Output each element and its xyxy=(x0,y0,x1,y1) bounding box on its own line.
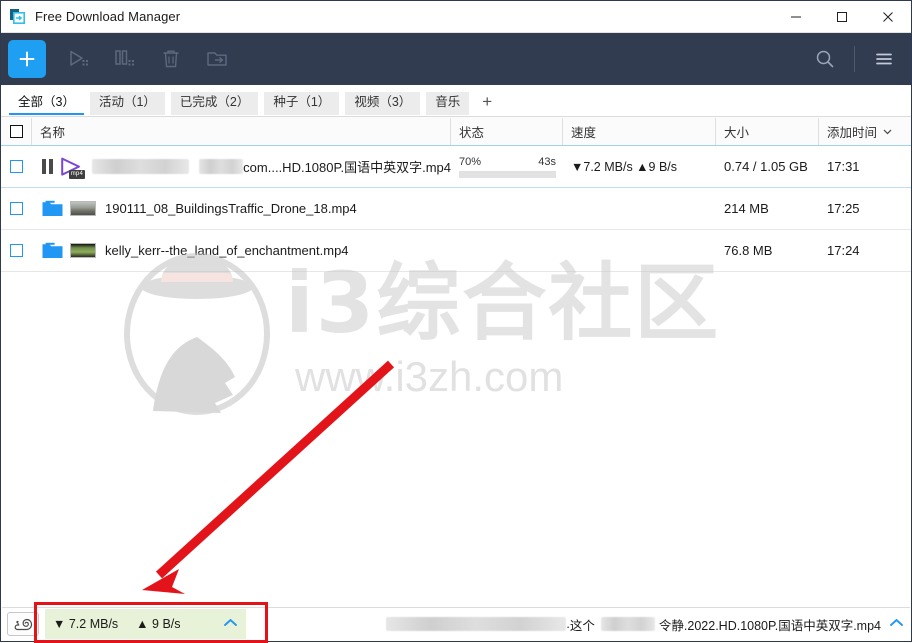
row-speed-cell xyxy=(563,230,716,271)
row-added-cell: 17:24 xyxy=(827,243,860,258)
title-bar: Free Download Manager xyxy=(1,1,911,33)
tab-add-button[interactable]: + xyxy=(475,92,500,115)
table-row[interactable]: kelly_kerr--the_land_of_enchantment.mp4 … xyxy=(1,230,911,272)
window-controls xyxy=(773,1,911,32)
row-status-cell: 70% 43s xyxy=(451,146,563,187)
current-download-info: . 这个 令静.2022.HD.1080P.国语中英双字.mp4 xyxy=(246,615,910,634)
search-button[interactable] xyxy=(802,39,848,79)
row-checkbox-cell[interactable] xyxy=(1,188,32,229)
status-text-part-2: 令静.2022.HD.1080P.国语中英双字.mp4 xyxy=(658,618,881,633)
tab-torrents[interactable]: 种子（1） xyxy=(264,92,340,115)
chevron-down-icon xyxy=(883,129,892,134)
row-speed: ▼7.2 MB/s ▲9 B/s xyxy=(571,159,678,174)
redacted-name-part-1 xyxy=(92,159,189,174)
header-size[interactable]: 大小 xyxy=(716,117,819,145)
row-progress-bar xyxy=(459,170,556,178)
close-icon xyxy=(883,11,893,22)
delete-button[interactable] xyxy=(148,39,194,79)
row-name-cell: kelly_kerr--the_land_of_enchantment.mp4 xyxy=(32,230,451,271)
folder-icon[interactable] xyxy=(42,200,63,217)
watermark: i3综合社区 www.i3zh.com xyxy=(117,249,757,434)
main-toolbar xyxy=(1,33,911,85)
minimize-button[interactable] xyxy=(773,1,819,32)
row-checkbox-cell[interactable] xyxy=(1,230,32,271)
tab-all[interactable]: 全部（3） xyxy=(9,92,84,115)
row-status-cell xyxy=(451,230,563,271)
pause-button[interactable] xyxy=(102,39,148,79)
header-speed[interactable]: 速度 xyxy=(563,117,716,145)
row-status-cell xyxy=(451,188,563,229)
row-eta: 43s xyxy=(538,155,556,168)
header-added-time[interactable]: 添加时间 xyxy=(819,118,911,145)
row-filename: com....HD.1080P.国语中英双字.mp4 xyxy=(243,160,451,175)
add-download-button[interactable] xyxy=(8,40,46,78)
row-checkbox[interactable] xyxy=(10,202,23,215)
search-icon xyxy=(816,50,834,68)
mp4-play-icon: mp4 xyxy=(59,156,85,179)
header-name[interactable]: 名称 xyxy=(32,117,451,145)
move-to-folder-button[interactable] xyxy=(194,39,240,79)
redacted-status-part-2 xyxy=(600,617,655,631)
row-speed-cell: ▼7.2 MB/s ▲9 B/s xyxy=(563,146,716,187)
trash-icon xyxy=(163,50,179,68)
hamburger-menu-icon xyxy=(876,53,892,65)
row-filename: kelly_kerr--the_land_of_enchantment.mp4 xyxy=(105,243,349,258)
toolbar-divider xyxy=(854,46,855,72)
status-text-part-1: 这个 xyxy=(569,618,595,633)
resume-button[interactable] xyxy=(56,39,102,79)
fdm-window: Free Download Manager 全部（3） 活动（1） 已完成（2）… xyxy=(0,0,912,643)
select-all-checkbox[interactable] xyxy=(9,124,23,138)
redacted-status-part-1 xyxy=(386,617,567,631)
header-select-all[interactable] xyxy=(1,117,32,145)
chevron-up-icon[interactable] xyxy=(889,615,904,633)
mp4-badge: mp4 xyxy=(68,169,85,179)
row-filename: 190111_08_BuildingsTraffic_Drone_18.mp4 xyxy=(105,201,357,216)
row-size-cell: 0.74 / 1.05 GB xyxy=(724,159,808,174)
toolbar-right xyxy=(802,33,907,85)
video-thumbnail xyxy=(70,243,96,258)
redacted-name-part-2 xyxy=(198,159,244,174)
menu-button[interactable] xyxy=(861,39,907,79)
close-button[interactable] xyxy=(865,1,911,32)
window-title: Free Download Manager xyxy=(35,9,181,24)
row-name-cell: 190111_08_BuildingsTraffic_Drone_18.mp4 xyxy=(32,188,451,229)
fdm-app-icon xyxy=(9,8,27,26)
tab-music[interactable]: 音乐 xyxy=(426,92,470,115)
pause-icon[interactable] xyxy=(42,159,53,174)
play-icon xyxy=(70,50,88,66)
row-name-cell: mp4 com....HD.1080P.国语中英双字.mp4 xyxy=(32,146,451,187)
header-status[interactable]: 状态 xyxy=(451,117,563,145)
annotation-highlight-box xyxy=(34,602,268,643)
tab-active[interactable]: 活动（1） xyxy=(89,92,165,115)
table-row[interactable]: mp4 com....HD.1080P.国语中英双字.mp4 70% 43s ▼… xyxy=(1,146,911,188)
maximize-icon xyxy=(837,11,847,22)
tab-video[interactable]: 视频（3） xyxy=(345,92,421,115)
detective-avatar-logo xyxy=(117,251,277,417)
row-added-cell: 17:25 xyxy=(827,201,860,216)
row-size-cell: 76.8 MB xyxy=(724,243,773,258)
tab-completed[interactable]: 已完成（2） xyxy=(170,92,259,115)
table-row[interactable]: 190111_08_BuildingsTraffic_Drone_18.mp4 … xyxy=(1,188,911,230)
header-added-time-label: 添加时间 xyxy=(827,125,878,140)
row-speed-cell xyxy=(563,188,716,229)
row-checkbox[interactable] xyxy=(10,160,23,173)
minimize-icon xyxy=(791,16,801,17)
download-list: mp4 com....HD.1080P.国语中英双字.mp4 70% 43s ▼… xyxy=(1,146,911,272)
video-thumbnail xyxy=(70,201,96,216)
watermark-url: www.i3zh.com xyxy=(295,353,564,400)
filter-tabs: 全部（3） 活动（1） 已完成（2） 种子（1） 视频（3） 音乐 + xyxy=(1,85,911,116)
row-progress-percent: 70% xyxy=(459,155,482,168)
folder-arrow-icon xyxy=(207,52,227,66)
maximize-button[interactable] xyxy=(819,1,865,32)
folder-icon[interactable] xyxy=(42,242,63,259)
row-checkbox[interactable] xyxy=(10,244,23,257)
row-added-cell: 17:31 xyxy=(827,159,860,174)
table-header: 名称 状态 速度 大小 添加时间 xyxy=(1,116,911,146)
plus-icon xyxy=(19,51,35,67)
pause-icon xyxy=(115,50,134,66)
row-checkbox-cell[interactable] xyxy=(1,146,32,187)
row-size-cell: 214 MB xyxy=(724,201,769,216)
